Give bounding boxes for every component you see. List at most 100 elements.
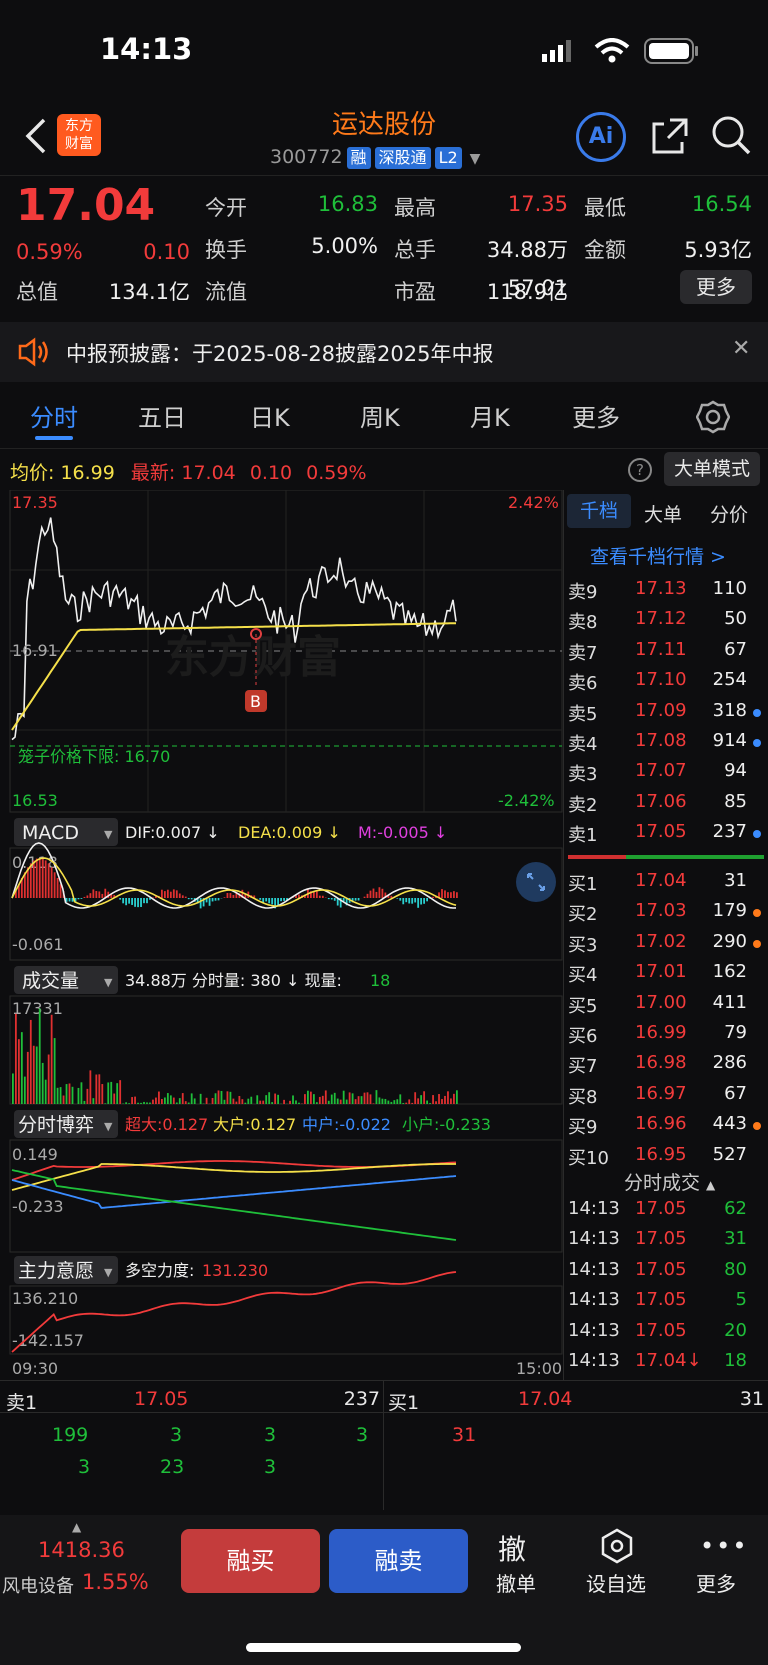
chart-area[interactable]: 东方财富 B 17.35 2.42% 16.91 笼子价格下限: 16.70 1… — [0, 490, 564, 1380]
bid-row[interactable]: 买7 16.98 286 — [565, 1052, 765, 1082]
volume-bar — [53, 1038, 56, 1104]
ask-row[interactable]: 卖5 17.09 318 — [565, 700, 765, 730]
app-logo[interactable]: 东方 财富 — [57, 114, 101, 156]
index-value[interactable]: 1418.36 — [38, 1538, 125, 1562]
volume-bar — [86, 1088, 89, 1104]
quote-value: 5.93亿 — [684, 238, 752, 262]
cancel-icon[interactable]: 撤 — [498, 1528, 526, 1568]
tick-price: 17.05 — [635, 1289, 687, 1311]
index-pct[interactable]: 1.55% — [82, 1570, 149, 1594]
svg-text:▼: ▼ — [104, 1266, 113, 1279]
marker-dot — [753, 739, 761, 747]
more-quote-button[interactable]: 更多 — [680, 270, 752, 304]
bid-row[interactable]: 买9 16.96 443 — [565, 1113, 765, 1143]
volume-bar — [429, 1103, 431, 1104]
stock-code-row[interactable]: 300772 融深股通 L2 ▼ — [270, 146, 480, 169]
quote-value: 16.54 — [691, 192, 752, 216]
marker-dot — [753, 1122, 761, 1131]
more-dots-icon[interactable]: ••• — [700, 1532, 748, 1560]
bid-row[interactable]: 买6 16.99 79 — [565, 1022, 765, 1052]
volume-bar — [426, 1100, 429, 1104]
settings-icon[interactable] — [695, 400, 731, 434]
ask-row[interactable]: 卖2 17.06 85 — [565, 791, 765, 821]
back-icon[interactable] — [22, 116, 52, 156]
volume-bar — [20, 1032, 23, 1104]
share-icon[interactable] — [650, 116, 690, 156]
volume-bar — [339, 1099, 342, 1104]
macd-bar — [268, 898, 271, 904]
bid-row[interactable]: 买5 17.00 411 — [565, 992, 765, 1022]
macd-bar — [372, 888, 375, 898]
macd-bar — [89, 893, 92, 898]
ask-volume: 110 — [712, 578, 747, 599]
tab-more[interactable]: 更多 — [572, 398, 620, 433]
tab-wuri[interactable]: 五日 — [138, 398, 186, 433]
cancel-order-button[interactable]: 撤单 — [496, 1568, 536, 1597]
expand-button — [516, 862, 556, 902]
macd-bar — [259, 898, 262, 900]
quote-value: 17.35 — [507, 192, 568, 216]
volume-bar — [348, 1092, 351, 1104]
bid-row[interactable]: 买4 17.01 162 — [565, 961, 765, 991]
macd-bar — [172, 889, 175, 898]
ai-button[interactable]: Ai — [576, 112, 626, 162]
macd-bar — [169, 891, 172, 898]
bid-row[interactable]: 买8 16.97 67 — [565, 1083, 765, 1113]
big-order-mode-button[interactable]: 大单模式 — [664, 452, 760, 486]
time-start: 09:30 — [12, 1359, 58, 1378]
macd-bar — [77, 898, 80, 900]
tab-fenjia[interactable]: 分价 — [710, 500, 748, 527]
ask-row[interactable]: 卖7 17.11 67 — [565, 639, 765, 669]
volume-top: 17331 — [12, 999, 63, 1018]
bid-label: 买7 — [568, 1056, 598, 1078]
game-bottom: -0.233 — [12, 1197, 64, 1216]
margin-sell-button[interactable]: 融卖 — [329, 1529, 468, 1593]
footer-more-button[interactable]: 更多 — [696, 1568, 736, 1597]
volume-bar — [26, 1051, 29, 1104]
macd-bar — [101, 893, 104, 898]
margin-buy-button[interactable]: 融买 — [181, 1529, 320, 1593]
help-icon[interactable]: ? — [628, 458, 652, 482]
stock-name[interactable]: 运达股份 — [284, 104, 484, 141]
add-watchlist-button[interactable]: 设自选 — [586, 1568, 646, 1597]
quote-label: 流值 — [205, 280, 247, 304]
volume-bar — [77, 1087, 80, 1104]
view-depth-link[interactable]: 查看千档行情 > — [590, 542, 726, 569]
search-icon[interactable] — [710, 114, 752, 156]
macd-bar — [318, 895, 321, 898]
macd-bar — [38, 858, 41, 898]
index-name[interactable]: 风电设备 — [2, 1572, 74, 1598]
tab-week-k[interactable]: 周K — [360, 398, 400, 433]
tick-row: 14:13 17.05 20 — [565, 1320, 765, 1350]
macd-bar — [271, 898, 274, 905]
bid-label: 买2 — [568, 904, 598, 926]
tab-day-k[interactable]: 日K — [250, 398, 290, 433]
tab-fenshi[interactable]: 分时 — [30, 398, 78, 433]
ticks-title[interactable]: 分时成交 ▲ — [624, 1168, 715, 1195]
ask-row[interactable]: 卖1 17.05 237 — [565, 821, 765, 851]
ask-row[interactable]: 卖6 17.10 254 — [565, 669, 765, 699]
macd-bar — [417, 898, 420, 908]
volume-bar — [205, 1097, 208, 1104]
macd-bar — [143, 898, 145, 904]
tick-price: 17.04↓ — [635, 1350, 702, 1371]
bid-row[interactable]: 买1 17.04 31 — [565, 870, 765, 900]
tab-dadan[interactable]: 大单 — [644, 500, 682, 527]
ask-price: 17.10 — [635, 669, 687, 691]
bid-row[interactable]: 买2 17.03 179 — [565, 900, 765, 930]
ask-row[interactable]: 卖8 17.12 50 — [565, 608, 765, 638]
ask-price: 17.13 — [635, 578, 687, 599]
close-icon[interactable]: ✕ — [732, 336, 750, 361]
volume-bar — [274, 1093, 277, 1104]
ask-row[interactable]: 卖9 17.13 110 — [565, 578, 765, 608]
ask-row[interactable]: 卖3 17.07 94 — [565, 760, 765, 790]
volume-bar — [38, 1008, 41, 1104]
ask-price: 17.08 — [635, 730, 687, 751]
tab-month-k[interactable]: 月K — [470, 398, 510, 433]
ask-row[interactable]: 卖4 17.08 914 — [565, 730, 765, 760]
hexagon-icon[interactable] — [600, 1528, 634, 1564]
quote-label: 总值 — [16, 280, 58, 304]
macd-bar — [327, 898, 330, 900]
bid-row[interactable]: 买3 17.02 290 — [565, 931, 765, 961]
tab-qiandang[interactable]: 千档 — [567, 494, 631, 528]
